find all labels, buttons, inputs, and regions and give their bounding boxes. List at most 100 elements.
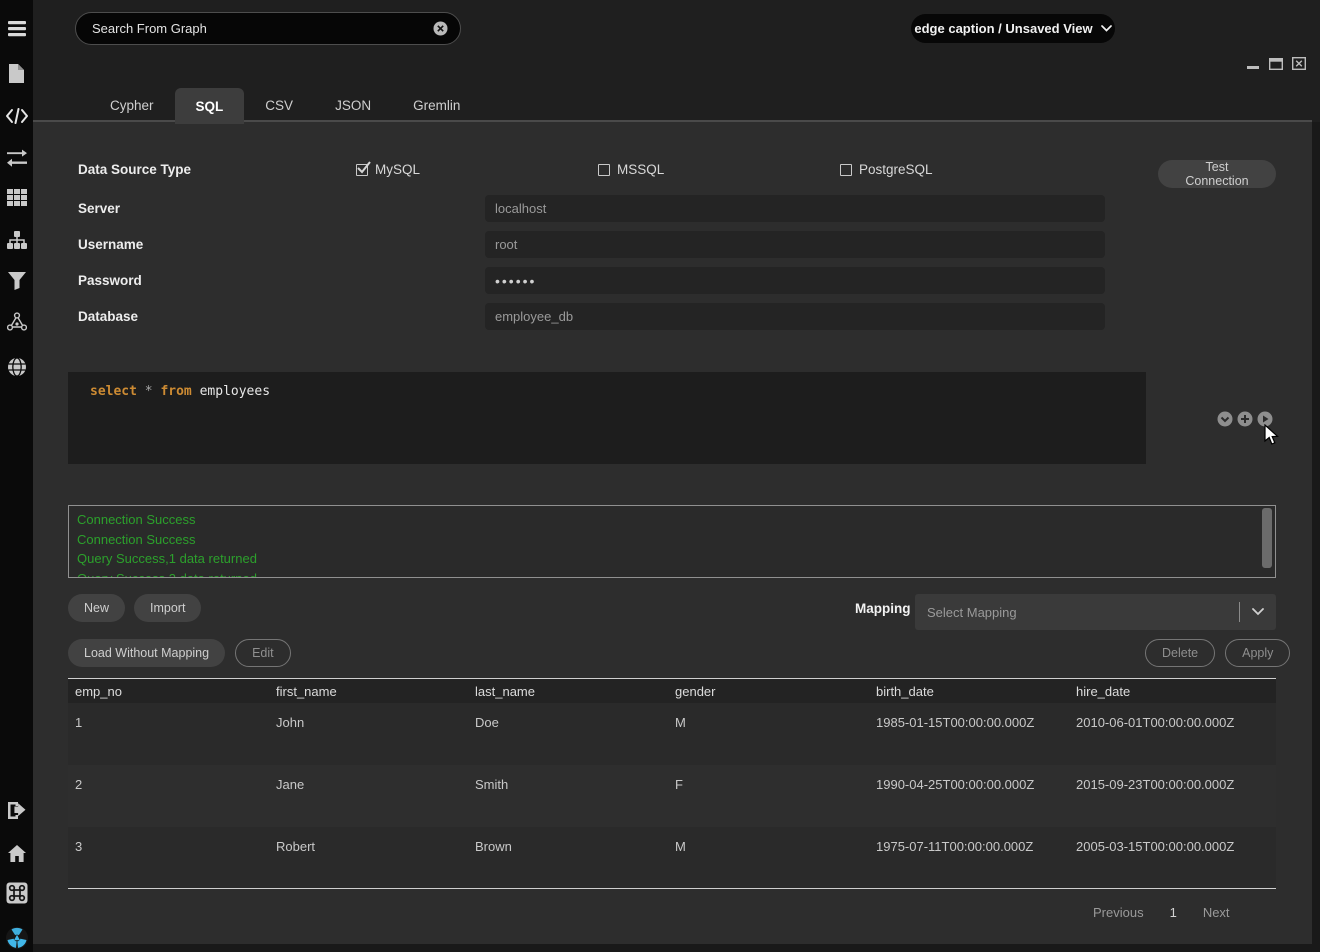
- table-pagination: Previous 1 Next: [1093, 905, 1230, 920]
- table-cell: 1: [68, 703, 269, 765]
- swap-arrows-icon[interactable]: [0, 148, 33, 167]
- view-selector-dropdown[interactable]: edge caption / Unsaved View: [911, 14, 1115, 43]
- apply-button[interactable]: Apply: [1225, 639, 1290, 667]
- table-cell: 2010-06-01T00:00:00.000Z: [1069, 703, 1276, 765]
- table-cell: 2: [68, 765, 269, 827]
- table-cell: John: [269, 703, 468, 765]
- menu-hamburger-icon[interactable]: [0, 18, 33, 38]
- tab-cypher[interactable]: Cypher: [89, 88, 175, 122]
- close-icon[interactable]: [1292, 57, 1306, 70]
- editor-action-buttons: [1217, 411, 1273, 427]
- table-grid-icon[interactable]: [0, 188, 33, 208]
- datasource-option-postgresql[interactable]: PostgreSQL: [840, 162, 933, 177]
- maximize-icon[interactable]: [1269, 58, 1283, 70]
- username-input[interactable]: [485, 231, 1105, 258]
- table-cell: 1990-04-25T00:00:00.000Z: [869, 765, 1069, 827]
- hierarchy-icon[interactable]: [0, 230, 33, 250]
- chevron-down-icon: [1252, 608, 1264, 616]
- sql-table-name: employees: [192, 384, 270, 399]
- app-window: { "header": { "search_placeholder": "Sea…: [0, 0, 1320, 952]
- chevron-down-icon: [1101, 25, 1112, 32]
- file-icon[interactable]: [0, 62, 33, 84]
- minimize-icon[interactable]: [1247, 58, 1260, 70]
- postgresql-checkbox[interactable]: [840, 164, 852, 176]
- column-header: gender: [668, 679, 869, 703]
- table-cell: M: [668, 703, 869, 765]
- column-header: hire_date: [1069, 679, 1276, 703]
- logout-icon[interactable]: [0, 800, 33, 821]
- view-selector-label: edge caption / Unsaved View: [914, 21, 1092, 36]
- edit-button[interactable]: Edit: [235, 639, 291, 667]
- sql-query-editor[interactable]: select * from employees: [68, 372, 1146, 464]
- import-button[interactable]: Import: [134, 594, 201, 622]
- sql-import-panel: Data Source Type MySQL MSSQL PostgreSQL …: [33, 122, 1312, 944]
- mapping-label: Mapping: [855, 601, 911, 616]
- checkbox-check-icon: [356, 161, 372, 175]
- tab-csv[interactable]: CSV: [244, 88, 314, 122]
- results-table: emp_no first_name last_name gender birth…: [68, 678, 1276, 889]
- filter-funnel-icon[interactable]: [0, 271, 33, 291]
- delete-button[interactable]: Delete: [1145, 639, 1215, 667]
- connection-log-console[interactable]: Connection Success Connection Success Qu…: [68, 505, 1276, 578]
- datasource-option-mysql[interactable]: MySQL: [356, 162, 420, 177]
- mssql-label: MSSQL: [617, 162, 664, 177]
- home-icon[interactable]: [0, 843, 33, 863]
- search-clear-icon[interactable]: [433, 21, 448, 36]
- postgresql-label: PostgreSQL: [859, 162, 933, 177]
- table-cell: 1975-07-11T00:00:00.000Z: [869, 827, 1069, 888]
- mssql-checkbox[interactable]: [598, 164, 610, 176]
- table-row[interactable]: 2 Jane Smith F 1990-04-25T00:00:00.000Z …: [68, 765, 1276, 827]
- mysql-checkbox[interactable]: [356, 164, 368, 176]
- column-header: first_name: [269, 679, 468, 703]
- table-cell: Jane: [269, 765, 468, 827]
- table-header-row: emp_no first_name last_name gender birth…: [68, 678, 1276, 703]
- log-line: Query Success,3 data returned: [77, 569, 1275, 579]
- mapping-actions-row: Load Without Mapping Edit: [68, 639, 291, 667]
- tab-gremlin[interactable]: Gremlin: [392, 88, 481, 122]
- table-cell: Doe: [468, 703, 668, 765]
- add-query-icon[interactable]: [1237, 411, 1253, 427]
- command-key-icon[interactable]: [0, 882, 33, 904]
- database-input[interactable]: [485, 303, 1105, 330]
- load-without-mapping-button[interactable]: Load Without Mapping: [68, 639, 225, 667]
- app-logo-trefoil-icon[interactable]: [0, 926, 33, 950]
- new-button[interactable]: New: [68, 594, 125, 622]
- window-controls: [1247, 57, 1306, 70]
- table-cell: 3: [68, 827, 269, 888]
- next-page-button[interactable]: Next: [1203, 905, 1230, 920]
- sql-keyword: select: [90, 384, 137, 399]
- table-cell: 2005-03-15T00:00:00.000Z: [1069, 827, 1276, 888]
- table-row[interactable]: 1 John Doe M 1985-01-15T00:00:00.000Z 20…: [68, 703, 1276, 765]
- code-icon[interactable]: [0, 106, 33, 126]
- column-header: last_name: [468, 679, 668, 703]
- mapping-select-placeholder: Select Mapping: [927, 605, 1239, 620]
- table-cell: Robert: [269, 827, 468, 888]
- query-language-tabs: Cypher SQL CSV JSON Gremlin: [89, 88, 481, 122]
- run-query-icon[interactable]: [1257, 411, 1273, 427]
- server-input[interactable]: [485, 195, 1105, 222]
- collapse-editor-icon[interactable]: [1217, 411, 1233, 427]
- graph-network-icon[interactable]: [0, 311, 33, 332]
- tab-sql[interactable]: SQL: [175, 88, 245, 124]
- test-connection-button[interactable]: Test Connection: [1158, 160, 1276, 188]
- database-label: Database: [78, 309, 138, 324]
- table-cell: 1985-01-15T00:00:00.000Z: [869, 703, 1069, 765]
- dropdown-divider: [1239, 602, 1240, 622]
- console-scrollbar[interactable]: [1262, 508, 1272, 568]
- search-input[interactable]: [92, 21, 433, 36]
- datasource-option-mssql[interactable]: MSSQL: [598, 162, 664, 177]
- column-header: emp_no: [68, 679, 269, 703]
- sidebar: [0, 0, 33, 952]
- page-number[interactable]: 1: [1170, 905, 1177, 920]
- log-line: Connection Success: [77, 510, 1275, 530]
- password-input[interactable]: [485, 267, 1105, 294]
- tab-json[interactable]: JSON: [314, 88, 392, 122]
- table-cell: Smith: [468, 765, 668, 827]
- table-row[interactable]: 3 Robert Brown M 1975-07-11T00:00:00.000…: [68, 827, 1276, 889]
- mapping-select-dropdown[interactable]: Select Mapping: [915, 594, 1276, 630]
- globe-icon[interactable]: [0, 356, 33, 377]
- graph-search-bar[interactable]: [75, 12, 461, 45]
- table-cell: M: [668, 827, 869, 888]
- previous-page-button[interactable]: Previous: [1093, 905, 1144, 920]
- table-cell: Brown: [468, 827, 668, 888]
